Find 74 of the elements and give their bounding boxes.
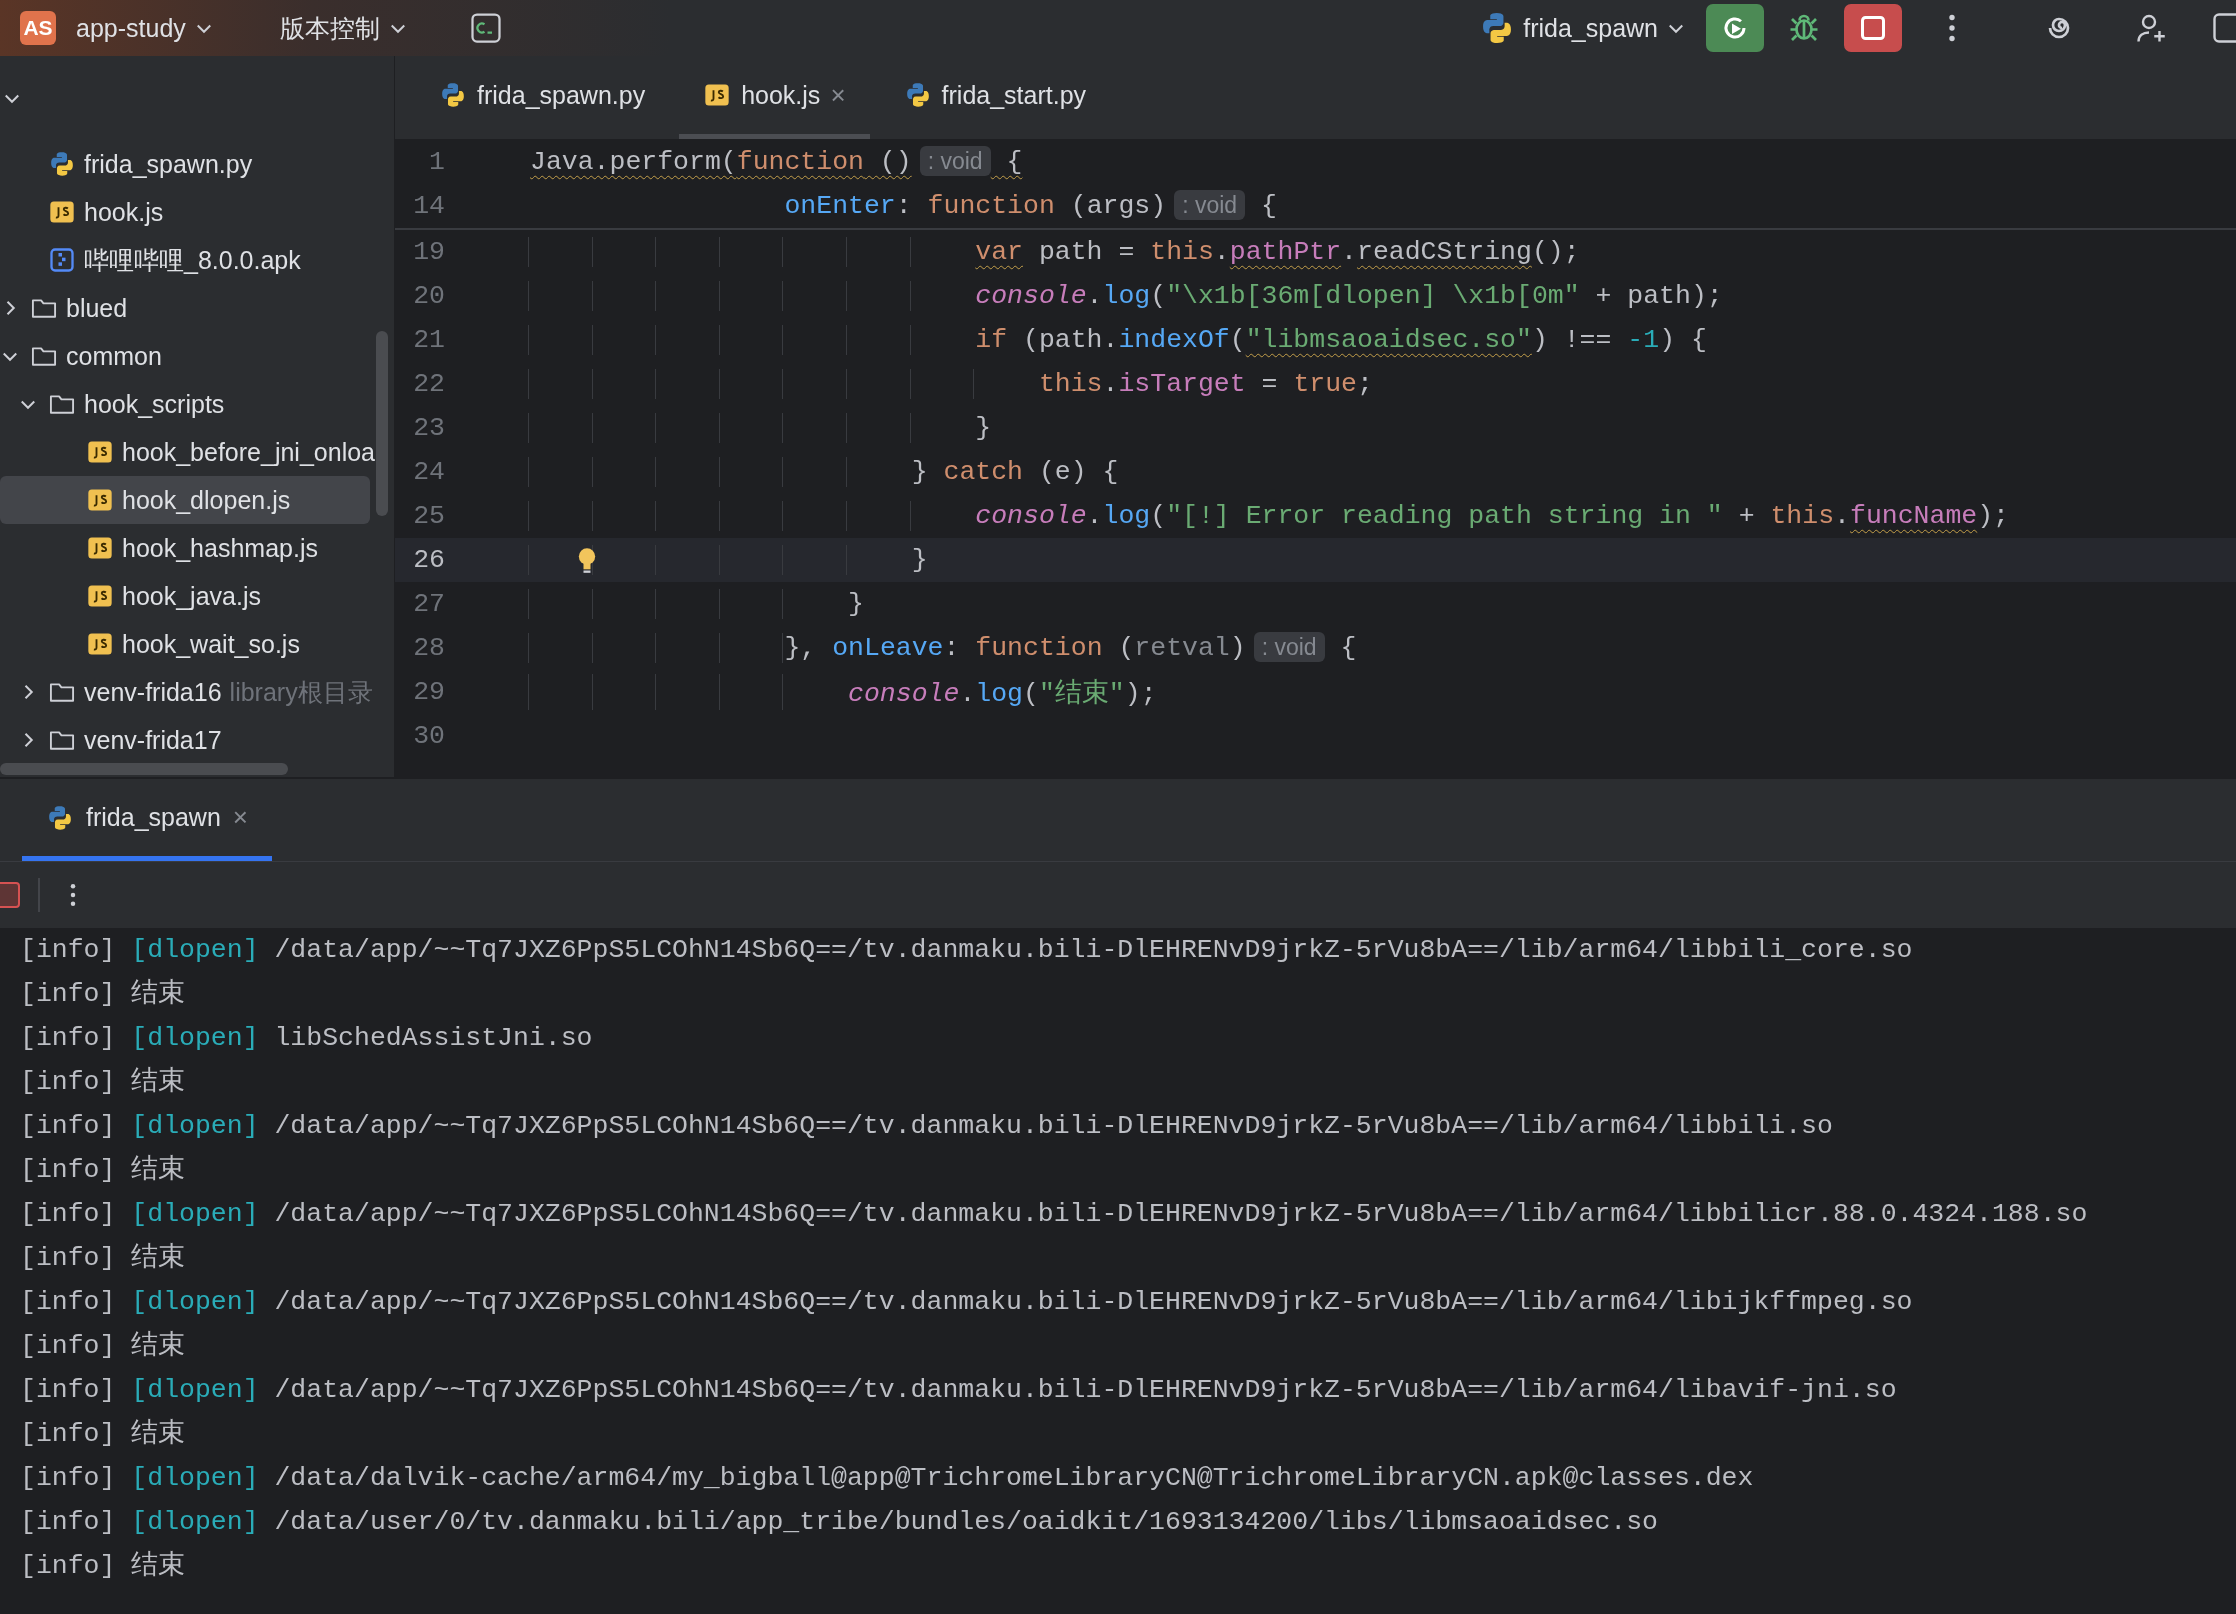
code-text: }, onLeave: function (retval) : void { (784, 633, 1357, 663)
line-number: 20 (412, 281, 446, 311)
console-line: [info] [dlopen] /data/dalvik-cache/arm64/my_bigball@app@TrichromeLibraryCN@TrichromeLibraryCN.apk@classes.dex (20, 1462, 1755, 1495)
archive-file-icon (48, 246, 76, 274)
scrollbar[interactable] (0, 763, 288, 775)
line-number: 27 (412, 589, 446, 619)
python-icon (48, 150, 76, 178)
code-text: } (911, 545, 928, 575)
project-menu[interactable]: app-study (70, 9, 220, 47)
line-number: 29 (412, 677, 446, 707)
line-number: 26 (412, 545, 446, 575)
console-line: [info] 结束 (20, 1154, 187, 1187)
code-text: onEnter: function (args) : void { (784, 191, 1277, 221)
line-number: 22 (412, 369, 446, 399)
tree-item-hint: library根目录 (229, 676, 373, 708)
code-text: } (975, 413, 992, 443)
console-line: [info] [dlopen] /data/app/~~Tq7JXZ6PpS5LCOhN14Sb6Q==/tv.danmaku.bili-DlEHRENvD9jrkZ-5rVu8bA==/lib/arm64/libbilicr.88.0.4324.188.so (20, 1198, 2089, 1231)
console-line: [info] [dlopen] /data/app/~~Tq7JXZ6PpS5LCOhN14Sb6Q==/tv.danmaku.bili-DlEHRENvD9jrkZ-5rVu8bA==/lib/arm64/libijkffmpeg.so (20, 1286, 1914, 1319)
close-icon[interactable]: × (830, 79, 846, 111)
code-text: } catch (e) { (911, 457, 1119, 487)
console-line: [info] 结束 (20, 1066, 187, 1099)
line-number: 24 (412, 457, 446, 487)
tree-item[interactable]: frida_spawn.py (0, 140, 370, 188)
line-number: 28 (412, 633, 446, 663)
console-line: [info] [dlopen] /data/app/~~Tq7JXZ6PpS5LCOhN14Sb6Q==/tv.danmaku.bili-DlEHRENvD9jrkZ-5rVu8bA==/lib/arm64/libbili.so (20, 1110, 1834, 1143)
editor-tab[interactable]: hook.js × (679, 56, 870, 139)
window-icon[interactable] (2210, 10, 2236, 46)
stop-icon[interactable] (0, 882, 20, 908)
editor-tab[interactable]: frida_spawn.py (415, 56, 670, 139)
code-text: this.isTarget = true; (1038, 369, 1373, 399)
tree-item[interactable]: hook.js (0, 188, 370, 236)
line-number: 23 (412, 413, 446, 443)
line-number: 14 (412, 191, 446, 221)
console-line: [info] [dlopen] /data/user/0/tv.danmaku.bili/app_tribe/bundles/oaidkit/1693134200/libs/libmsaoaidsec.so (20, 1506, 1659, 1539)
console-line: [info] [dlopen] libSchedAssistJni.so (20, 1022, 594, 1055)
editor-tab[interactable]: frida_start.py (879, 56, 1111, 139)
line-number: 1 (428, 147, 446, 177)
line-number: 30 (412, 721, 446, 751)
console-line: [info] 结束 (20, 1550, 187, 1583)
stop-button[interactable] (1844, 4, 1902, 52)
line-number: 21 (412, 325, 446, 355)
scrollbar[interactable] (376, 331, 388, 516)
tree-item[interactable]: hook_scripts (0, 380, 370, 428)
python-icon (439, 81, 467, 109)
console-line: [info] [dlopen] /data/app/~~Tq7JXZ6PpS5LCOhN14Sb6Q==/tv.danmaku.bili-DlEHRENvD9jrkZ-5rVu8bA==/lib/arm64/libavif-jni.so (20, 1374, 1898, 1407)
tree-item[interactable]: hook_hashmap.js (0, 524, 370, 572)
line-number: 25 (412, 501, 446, 531)
code-text: } (848, 589, 864, 619)
console-line: [info] 结束 (20, 1242, 187, 1275)
code-text: console.log("结束"); (848, 679, 1157, 709)
python-icon (46, 803, 74, 832)
tree-item[interactable]: hook_java.js (0, 572, 370, 620)
tree-item[interactable]: hook_dlopen.js (0, 476, 370, 524)
console-line: [info] 结束 (20, 1418, 187, 1451)
code-text: console.log("[!] Error reading path string in " + this.funcName); (975, 501, 2010, 531)
tree-item[interactable]: venv-frida16 library根目录 (0, 668, 373, 716)
tree-item[interactable]: common (0, 332, 370, 380)
code-text: console.log("\x1b[36m[dlopen] \x1b[0m" + path); (975, 281, 1723, 311)
vcs-menu[interactable]: 版本控制 (273, 7, 414, 49)
line-number: 19 (412, 237, 446, 267)
close-icon[interactable]: × (232, 802, 248, 833)
tree-item[interactable]: 哔哩哔哩_8.0.0.apk (0, 236, 370, 284)
code-text: Java.perform(function () : void { (530, 147, 1023, 177)
console-line: [info] [dlopen] /data/app/~~Tq7JXZ6PpS5LCOhN14Sb6Q==/tv.danmaku.bili-DlEHRENvD9jrkZ-5rVu8bA==/lib/arm64/libbili_core.so (20, 934, 1914, 967)
console-line: [info] 结束 (20, 978, 187, 1011)
tree-item[interactable]: hook_wait_so.js (0, 620, 370, 668)
rerun-button[interactable] (1706, 4, 1764, 52)
tree-item[interactable]: venv-frida17 (0, 716, 370, 764)
console-line: [info] 结束 (20, 1330, 187, 1363)
tree-item[interactable]: hook_before_jni_onloa (0, 428, 375, 476)
code-text: var path = this.pathPtr.readCString(); (975, 237, 1580, 267)
code-text: if (path.indexOf("libmsaoaidsec.so") !== -1) { (975, 325, 1707, 355)
run-config-menu[interactable]: frida_spawn (1473, 6, 1692, 50)
tree-item[interactable]: blued (0, 284, 370, 332)
